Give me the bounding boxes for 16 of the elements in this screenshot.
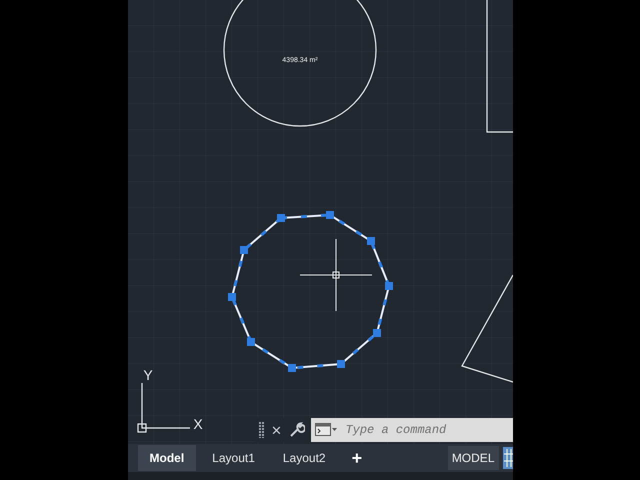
add-layout-button[interactable]: + [342, 448, 372, 468]
wrench-icon[interactable] [289, 422, 306, 438]
x-axis-label: X [192, 416, 202, 432]
model-space-button[interactable]: MODEL [448, 446, 498, 470]
ucs-axes-icon [136, 383, 190, 433]
layout-tab[interactable]: Model [138, 445, 196, 471]
grid-icon[interactable] [502, 447, 512, 469]
layout-tab[interactable]: Layout2 [270, 445, 338, 471]
terminal-icon[interactable] [315, 423, 338, 437]
selected-polygon[interactable] [228, 211, 392, 372]
command-input-field[interactable]: Type a command [311, 418, 512, 442]
close-button[interactable]: × [270, 422, 284, 438]
grip-icon[interactable] [258, 422, 264, 438]
y-axis-label: Y [142, 367, 152, 383]
command-input[interactable]: Type a command [343, 422, 512, 438]
layout-tab[interactable]: Layout1 [200, 445, 267, 471]
